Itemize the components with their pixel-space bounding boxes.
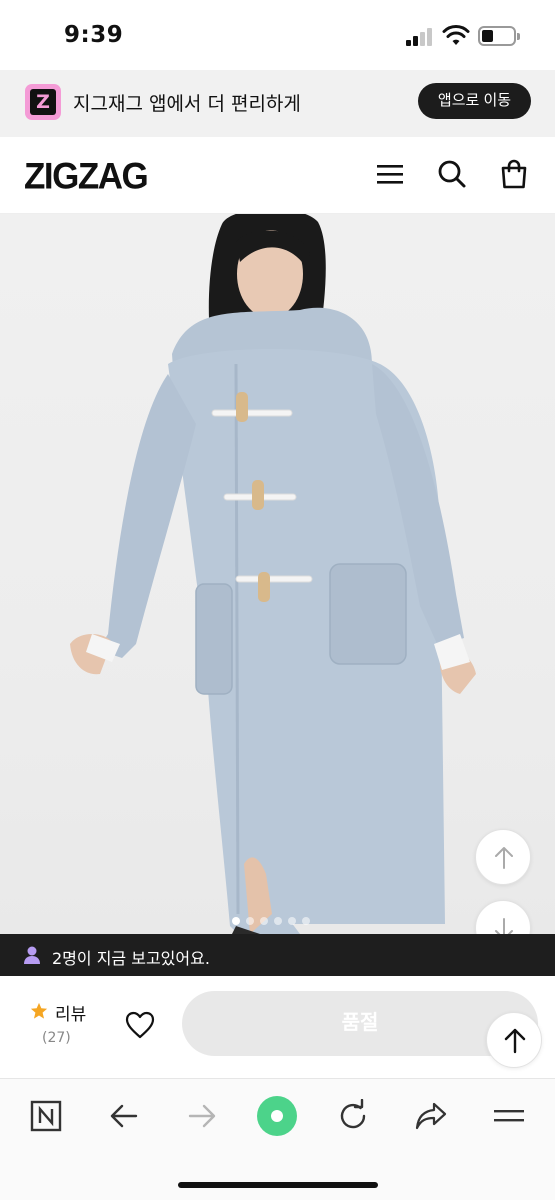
product-image[interactable]: [0, 214, 555, 934]
refresh-icon[interactable]: [336, 1099, 370, 1133]
heart-icon[interactable]: [124, 1010, 156, 1040]
forward-arrow-icon[interactable]: [186, 1101, 218, 1131]
back-arrow-icon[interactable]: [108, 1101, 140, 1131]
search-icon[interactable]: [436, 158, 468, 190]
carousel-dot[interactable]: [288, 917, 296, 925]
status-bar: 9:39: [0, 0, 555, 70]
status-time: 9:39: [64, 22, 124, 48]
carousel-dot[interactable]: [246, 917, 254, 925]
browser-toolbar: [0, 1078, 555, 1200]
zigzag-logo-letter: Z: [30, 89, 56, 115]
site-header: ZIGZAG: [0, 137, 555, 214]
carousel-dot[interactable]: [274, 917, 282, 925]
zigzag-app-logo: Z: [25, 84, 61, 120]
carousel-dot[interactable]: [260, 917, 268, 925]
star-icon: [30, 1002, 48, 1019]
home-indicator[interactable]: [178, 1182, 378, 1188]
viewers-text: 2명이 지금 보고있어요.: [52, 949, 210, 968]
arrow-up-icon: [504, 1028, 526, 1054]
menu-lines-icon[interactable]: [492, 1104, 526, 1128]
scroll-down-button[interactable]: [475, 900, 531, 934]
coat-model-illustration: [70, 214, 476, 934]
scroll-up-button[interactable]: [475, 829, 531, 885]
carousel-dots[interactable]: [232, 910, 316, 925]
wifi-icon: [442, 25, 470, 45]
cellular-signal-icon: [406, 28, 434, 46]
app-install-banner: Z 지그재그 앱에서 더 편리하게 앱으로 이동: [0, 70, 555, 137]
soldout-button[interactable]: 품절: [182, 991, 538, 1056]
review-label: 리뷰: [55, 1005, 87, 1025]
carousel-dot[interactable]: [232, 917, 240, 925]
naver-n-icon[interactable]: [30, 1100, 62, 1132]
back-to-top-button[interactable]: [486, 1012, 542, 1068]
live-viewers-banner: 2명이 지금 보고있어요.: [0, 934, 555, 976]
person-icon: [24, 946, 40, 964]
battery-icon: [478, 26, 520, 46]
zigzag-logo[interactable]: ZIGZAG: [24, 156, 149, 198]
purchase-bar: 리뷰 (27) 품절: [0, 976, 555, 1078]
arrow-up-icon: [495, 847, 513, 869]
carousel-dot[interactable]: [302, 917, 310, 925]
shopping-bag-icon[interactable]: [498, 158, 530, 190]
banner-message: 지그재그 앱에서 더 편리하게: [73, 93, 301, 115]
review-count: (27): [42, 1030, 71, 1046]
arrow-down-icon: [495, 918, 513, 934]
share-icon[interactable]: [414, 1101, 448, 1131]
open-app-button[interactable]: 앱으로 이동: [418, 83, 531, 119]
green-dot-home-icon[interactable]: [256, 1095, 298, 1137]
menu-icon[interactable]: [374, 158, 406, 190]
